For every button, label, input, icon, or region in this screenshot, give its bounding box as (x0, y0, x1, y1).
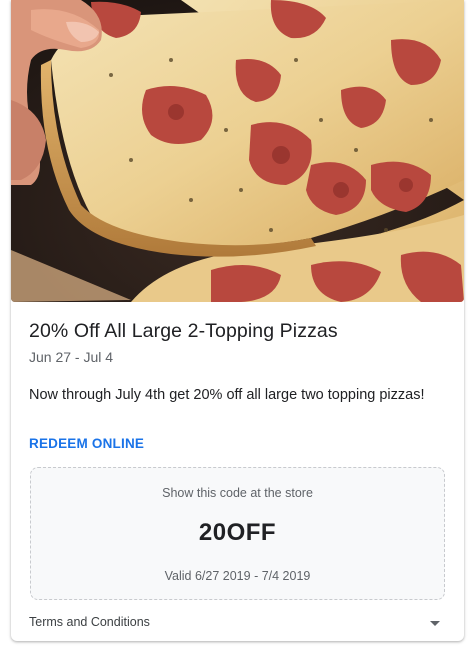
pizza-photo (11, 0, 464, 302)
chevron-down-icon[interactable] (430, 621, 440, 626)
offer-title: 20% Off All Large 2-Topping Pizzas (29, 320, 338, 342)
coupon-code-box: Show this code at the store 20OFF Valid … (30, 467, 445, 600)
terms-label: Terms and Conditions (29, 615, 150, 629)
coupon-code: 20OFF (198, 519, 277, 546)
offer-description: Now through July 4th get 20% off all lar… (29, 387, 425, 403)
validity-dates: Valid 6/27 2019 - 7/4 2019 (164, 569, 311, 583)
offer-card: 20% Off All Large 2-Topping Pizzas Jun 2… (11, 0, 464, 641)
terms-toggle[interactable]: Terms and Conditions (11, 608, 464, 638)
redeem-online-link[interactable]: REDEEM ONLINE (29, 436, 144, 451)
code-instructions: Show this code at the store (162, 486, 313, 500)
offer-dates: Jun 27 - Jul 4 (29, 349, 114, 365)
